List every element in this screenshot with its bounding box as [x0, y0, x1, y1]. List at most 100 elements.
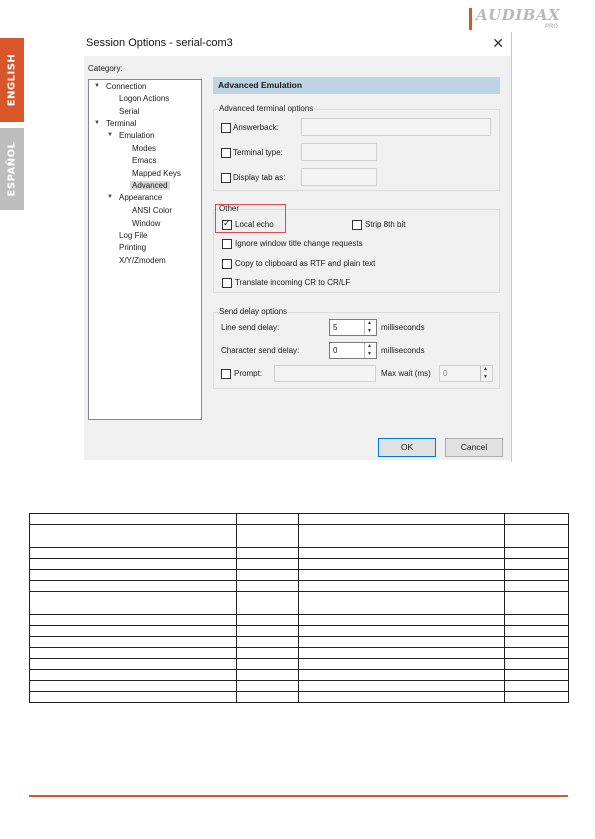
- table-cell: [504, 691, 569, 703]
- arrow-down-icon[interactable]: ▼: [367, 351, 372, 357]
- ok-button[interactable]: OK: [378, 438, 436, 457]
- table-cell: [236, 614, 299, 626]
- table-cell: [29, 647, 237, 659]
- table-cell: [236, 625, 299, 637]
- arrow-up-icon[interactable]: ▲: [367, 320, 372, 326]
- table-row: [29, 636, 569, 648]
- panel-header: Advanced Emulation: [213, 77, 500, 94]
- terminal-type-input[interactable]: [301, 143, 377, 161]
- table-row: [29, 669, 569, 681]
- tree-item-appearance[interactable]: Appearance: [119, 193, 162, 202]
- arrow-down-icon[interactable]: ▼: [483, 374, 488, 380]
- line-send-delay-spinner[interactable]: 5 ▲ ▼: [329, 319, 377, 336]
- max-wait-spinner[interactable]: 0 ▲ ▼: [439, 365, 493, 382]
- prompt-checkbox[interactable]: [221, 369, 231, 379]
- category-label: Category:: [88, 64, 123, 73]
- copy-rtf-checkbox[interactable]: [222, 259, 232, 269]
- table-cell: [504, 580, 569, 592]
- terminal-type-checkbox[interactable]: [221, 148, 231, 158]
- chevron-down-icon[interactable]: ▼: [94, 120, 100, 126]
- table-cell: [298, 691, 505, 703]
- table-cell: [504, 680, 569, 692]
- chevron-down-icon[interactable]: ▼: [94, 83, 100, 89]
- language-tab-label: ENGLISH: [6, 53, 18, 107]
- language-tab-english[interactable]: ENGLISH: [0, 38, 24, 122]
- table-cell: [236, 569, 299, 581]
- table-cell: [236, 691, 299, 703]
- table-row: [29, 680, 569, 692]
- table-row: [29, 580, 569, 592]
- ignore-title-checkbox[interactable]: [222, 239, 232, 249]
- answerback-checkbox[interactable]: [221, 123, 231, 133]
- table-cell: [29, 569, 237, 581]
- char-send-delay-unit: milliseconds: [381, 346, 425, 355]
- table-cell: [236, 558, 299, 570]
- table-cell: [29, 691, 237, 703]
- arrow-up-icon[interactable]: ▲: [483, 366, 488, 372]
- tree-item-terminal[interactable]: Terminal: [106, 119, 136, 128]
- language-tab-label: ESPAÑOL: [6, 141, 18, 197]
- max-wait-label: Max wait (ms): [381, 369, 431, 378]
- table-cell: [236, 580, 299, 592]
- answerback-input[interactable]: [301, 118, 491, 136]
- table-cell: [298, 669, 505, 681]
- tree-item-log-file[interactable]: Log File: [119, 231, 147, 240]
- tree-item-serial[interactable]: Serial: [119, 107, 139, 116]
- cancel-button[interactable]: Cancel: [445, 438, 503, 457]
- char-send-delay-label: Character send delay:: [221, 346, 300, 355]
- table-row: [29, 558, 569, 570]
- tree-item-printing[interactable]: Printing: [119, 243, 146, 252]
- table-cell: [298, 569, 505, 581]
- display-tab-input[interactable]: [301, 168, 377, 186]
- display-tab-label: Display tab as:: [233, 173, 286, 182]
- table-row: [29, 625, 569, 637]
- category-tree[interactable]: ▼ Connection Logon Actions Serial ▼ Term…: [88, 79, 202, 420]
- close-icon[interactable]: ✕: [492, 35, 504, 52]
- table-cell: [298, 558, 505, 570]
- line-send-delay-label: Line send delay:: [221, 323, 280, 332]
- chevron-down-icon[interactable]: ▼: [107, 194, 113, 200]
- table-cell: [236, 658, 299, 670]
- char-send-delay-spinner[interactable]: 0 ▲ ▼: [329, 342, 377, 359]
- tree-item-emacs[interactable]: Emacs: [132, 156, 156, 165]
- tree-item-ansi-color[interactable]: ANSI Color: [132, 206, 172, 215]
- chevron-down-icon[interactable]: ▼: [107, 132, 113, 138]
- translate-cr-label: Translate incoming CR to CR/LF: [235, 278, 351, 287]
- tree-item-emulation[interactable]: Emulation: [119, 131, 155, 140]
- table-cell: [298, 658, 505, 670]
- tree-item-window[interactable]: Window: [132, 219, 160, 228]
- session-options-dialog: Session Options - serial-com3 ✕ Category…: [84, 32, 512, 460]
- translate-cr-checkbox[interactable]: [222, 278, 232, 288]
- tree-item-xyzmodem[interactable]: X/Y/Zmodem: [119, 256, 166, 265]
- arrow-down-icon[interactable]: ▼: [367, 328, 372, 334]
- tree-item-logon-actions[interactable]: Logon Actions: [119, 94, 169, 103]
- table-cell: [504, 547, 569, 559]
- tree-item-advanced[interactable]: Advanced: [130, 181, 170, 190]
- prompt-input[interactable]: [274, 365, 376, 382]
- table-cell: [29, 591, 237, 615]
- panel-title: Advanced Emulation: [218, 80, 303, 90]
- arrow-up-icon[interactable]: ▲: [367, 343, 372, 349]
- table-cell: [29, 658, 237, 670]
- table-cell: [504, 569, 569, 581]
- display-tab-checkbox[interactable]: [221, 173, 231, 183]
- table-cell: [29, 558, 237, 570]
- table-cell: [504, 524, 569, 548]
- table-cell: [504, 614, 569, 626]
- table-cell: [236, 591, 299, 615]
- table-cell: [298, 524, 505, 548]
- tree-item-mapped-keys[interactable]: Mapped Keys: [132, 169, 181, 178]
- spec-table: [29, 513, 569, 703]
- tree-item-modes[interactable]: Modes: [132, 144, 156, 153]
- strip-8th-bit-checkbox[interactable]: [352, 220, 362, 230]
- dialog-title: Session Options - serial-com3: [86, 37, 233, 49]
- language-tab-espanol[interactable]: ESPAÑOL: [0, 128, 24, 210]
- local-echo-checkbox[interactable]: [222, 218, 232, 230]
- tree-item-connection[interactable]: Connection: [106, 82, 146, 91]
- table-cell: [504, 591, 569, 615]
- table-cell: [236, 680, 299, 692]
- table-cell: [236, 669, 299, 681]
- prompt-label: Prompt:: [234, 369, 263, 378]
- table-cell: [298, 614, 505, 626]
- table-cell: [29, 524, 237, 548]
